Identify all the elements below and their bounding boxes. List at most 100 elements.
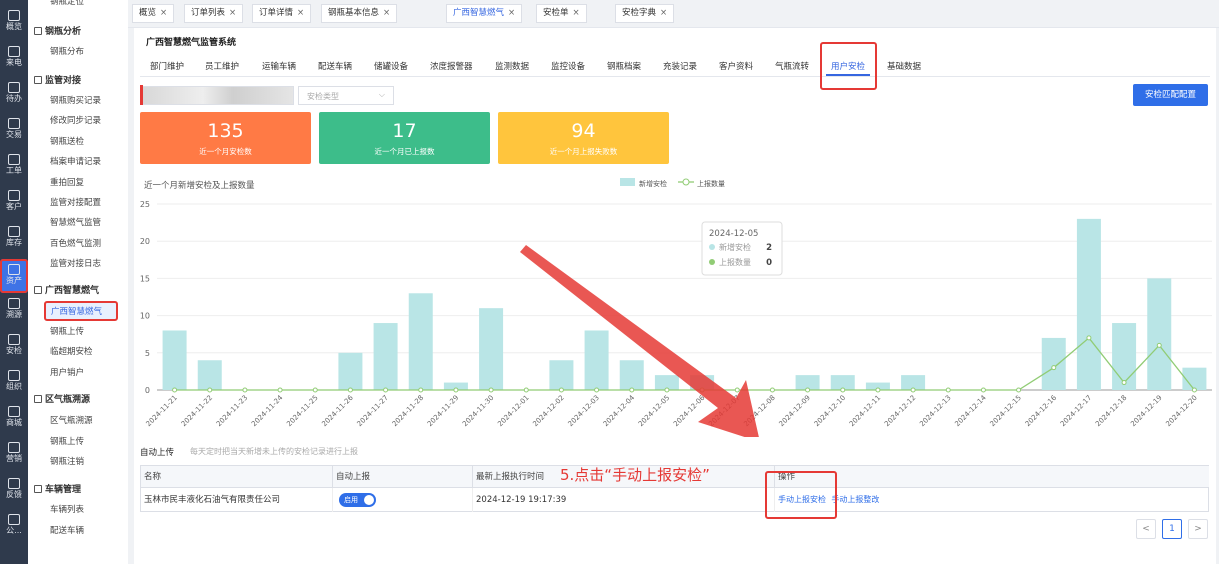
- pagination-next-button[interactable]: >: [1188, 519, 1208, 539]
- x-tick-label: 2024-11-21: [145, 394, 179, 428]
- inspection-config-button[interactable]: 安检匹配配置: [1133, 84, 1208, 106]
- close-icon[interactable]: ×: [160, 8, 167, 18]
- auto-report-toggle[interactable]: 启用: [339, 492, 376, 507]
- rail-item-5[interactable]: 客户: [0, 185, 28, 219]
- subtab-9[interactable]: 充装记录: [663, 60, 697, 72]
- tab-5[interactable]: 安检单 ×: [536, 4, 587, 23]
- manual-report-rectify-link[interactable]: 手动上报整改: [831, 495, 879, 504]
- menu-item-g2-2[interactable]: 钢瓶送检: [50, 135, 84, 147]
- menu-item-g4-0[interactable]: 区气瓶溯源: [50, 414, 93, 426]
- tab-4[interactable]: 广西智慧燃气 ×: [446, 4, 523, 23]
- rail-item-0[interactable]: 概览: [0, 5, 28, 39]
- menu-item-g2-3[interactable]: 档案申请记录: [50, 155, 101, 167]
- menu-item-g3-0[interactable]: 广西智慧燃气: [44, 301, 118, 321]
- tooltip-dot: [709, 244, 715, 250]
- menu-item-top[interactable]: 钢瓶定位: [50, 0, 84, 7]
- chart-icon: [8, 10, 20, 21]
- close-icon[interactable]: ×: [383, 8, 390, 18]
- close-icon[interactable]: ×: [660, 8, 667, 18]
- menu-item-g4-2[interactable]: 钢瓶注销: [50, 455, 84, 467]
- subtab-7[interactable]: 监控设备: [551, 60, 585, 72]
- subtab-2[interactable]: 运输车辆: [262, 60, 296, 72]
- close-icon[interactable]: ×: [229, 8, 236, 18]
- menu-item-g2-0[interactable]: 钢瓶购买记录: [50, 94, 101, 106]
- menu-item-g2-8[interactable]: 监管对接日志: [50, 257, 101, 269]
- rail-item-11[interactable]: 商城: [0, 401, 28, 435]
- store-icon: [8, 406, 20, 417]
- menu-item-g2-7[interactable]: 百色燃气监测: [50, 237, 101, 249]
- menu-item-g5-1[interactable]: 配送车辆: [50, 524, 84, 536]
- rail-item-2[interactable]: 待办: [0, 77, 28, 111]
- menu-item-g3-3[interactable]: 用户销户: [50, 366, 84, 378]
- rail-item-13[interactable]: 反馈: [0, 473, 28, 507]
- rail-item-3[interactable]: 交易: [0, 113, 28, 147]
- search-input[interactable]: [142, 86, 294, 105]
- menu-group-trace[interactable]: 区气瓶溯源: [34, 392, 90, 405]
- x-tick-label: 2024-11-27: [356, 394, 390, 428]
- tab-2[interactable]: 订单详情 ×: [252, 4, 312, 23]
- tab-bar: 概览 × 订单列表 × 订单详情 × 钢瓶基本信息 × 广西智慧燃气 × 安检单 × 安检字典 ×: [128, 0, 1219, 28]
- menu-item-g1-0[interactable]: 钢瓶分布: [50, 45, 84, 57]
- rail-item-12[interactable]: 营销: [0, 437, 28, 471]
- menu-item-g2-4[interactable]: 重拍回复: [50, 176, 84, 188]
- menu-item-g2-5[interactable]: 监管对接配置: [50, 196, 101, 208]
- close-icon[interactable]: ×: [508, 8, 515, 18]
- rail-item-7[interactable]: 资产: [0, 259, 28, 293]
- subtab-3[interactable]: 配送车辆: [318, 60, 352, 72]
- line-point: [1191, 387, 1197, 393]
- tab-label: 订单列表: [191, 8, 226, 18]
- side-menu: 钢瓶定位钢瓶分析钢瓶分布监管对接钢瓶购买记录 修改同步记录 钢瓶送检档案申请记录 重拍…: [28, 0, 128, 564]
- close-icon[interactable]: ×: [573, 8, 580, 18]
- document-icon: [8, 154, 20, 165]
- tab-0[interactable]: 概览 ×: [132, 4, 175, 23]
- subtab-1[interactable]: 员工维护: [205, 60, 239, 72]
- rail-label: 组织: [6, 382, 22, 391]
- pagination-prev-button[interactable]: <: [1136, 519, 1156, 539]
- menu-item-g5-0[interactable]: 车辆列表: [50, 503, 84, 515]
- legend-label: 上报数量: [697, 179, 725, 188]
- menu-item-g2-6[interactable]: 智慧燃气监管: [50, 216, 101, 228]
- line-point: [805, 387, 811, 393]
- menu-group-guangxi[interactable]: 广西智慧燃气: [34, 283, 99, 296]
- menu-group-vehicles[interactable]: 车辆管理: [34, 482, 81, 495]
- subtab-5[interactable]: 浓度报警器: [430, 60, 473, 72]
- bulb-icon: [8, 264, 20, 275]
- bar: [338, 352, 363, 390]
- rail-item-14[interactable]: 公...: [0, 509, 28, 543]
- rail-item-1[interactable]: 来电: [0, 41, 28, 75]
- subtab-6[interactable]: 监测数据: [495, 60, 529, 72]
- line-point: [453, 387, 459, 393]
- id-card-icon: [8, 190, 20, 201]
- menu-item-g4-1[interactable]: 钢瓶上传: [50, 435, 84, 447]
- subtab-8[interactable]: 钢瓶档案: [607, 60, 641, 72]
- pagination-page-1[interactable]: 1: [1162, 519, 1182, 539]
- column-header-actions: 操作: [775, 466, 1209, 488]
- actions-cell: 手动上报安检 手动上报整改: [775, 488, 1209, 512]
- bar: [373, 323, 398, 390]
- menu-item-g2-1[interactable]: 修改同步记录: [50, 114, 101, 126]
- inspection-type-select[interactable]: 安检类型 ⌵: [298, 86, 394, 105]
- menu-item-g3-1[interactable]: 钢瓶上传: [50, 325, 84, 337]
- rail-item-4[interactable]: 工单: [0, 149, 28, 183]
- tab-1[interactable]: 订单列表 ×: [184, 4, 244, 23]
- menu-group-supervision[interactable]: 监管对接: [34, 73, 81, 86]
- group-icon: [34, 75, 42, 84]
- menu-item-g3-2[interactable]: 临超期安检: [50, 345, 93, 357]
- subtab-10[interactable]: 客户资料: [719, 60, 753, 72]
- group-icon: [34, 26, 42, 35]
- rail-item-9[interactable]: 安检: [0, 329, 28, 363]
- x-tick-label: 2024-12-04: [602, 393, 637, 428]
- menu-group-analysis[interactable]: 钢瓶分析: [34, 24, 81, 37]
- rail-item-10[interactable]: 组织: [0, 365, 28, 399]
- rail-label: 反馈: [6, 490, 22, 499]
- subtab-0[interactable]: 部门维护: [150, 60, 184, 72]
- subtab-13[interactable]: 基础数据: [887, 60, 921, 72]
- subtab-11[interactable]: 气瓶流转: [775, 60, 809, 72]
- rail-item-6[interactable]: 库存: [0, 221, 28, 255]
- subtab-4[interactable]: 储罐设备: [374, 60, 408, 72]
- tab-3[interactable]: 钢瓶基本信息 ×: [321, 4, 398, 23]
- rail-item-8[interactable]: 溯源: [0, 293, 28, 327]
- tab-6[interactable]: 安检字典 ×: [615, 4, 675, 23]
- instruction-annotation: 5.点击“手动上报安检”: [560, 466, 710, 484]
- close-icon[interactable]: ×: [297, 8, 304, 18]
